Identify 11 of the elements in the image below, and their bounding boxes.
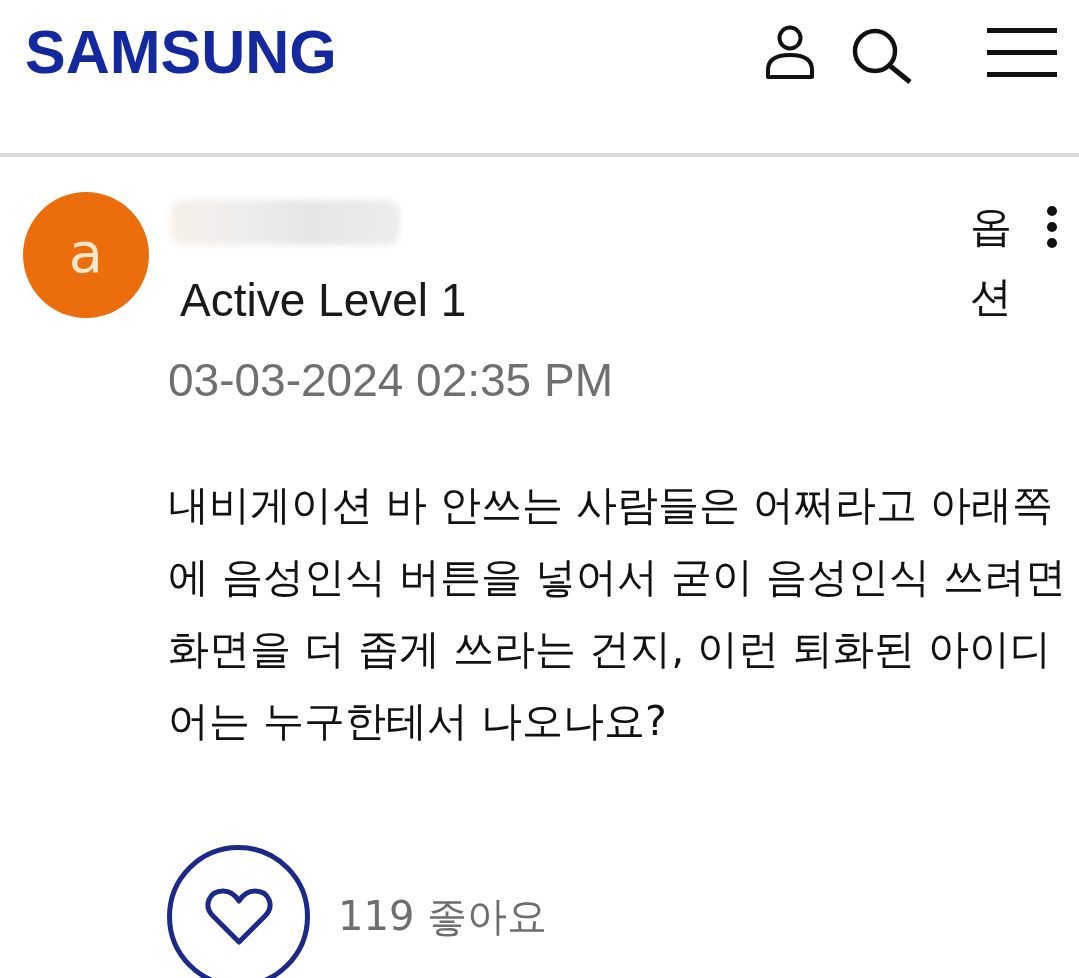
search-icon[interactable] (851, 28, 913, 84)
user-icon[interactable] (764, 25, 816, 80)
options-button[interactable]: 옵션 (970, 192, 1062, 332)
author-level: Active Level 1 (180, 274, 467, 326)
menu-icon[interactable] (987, 28, 1057, 78)
post-body: 내비게이션 바 안쓰는 사람들은 어쩌라고 아래쪽에 음성인식 버튼을 넣어서 굳이 음성인식 쓰려면 화면을 더 좁게 쓰라는 건지, 이런 퇴화된 아이디어는 누구한테서 나오나요? (168, 480, 1068, 747)
more-vertical-icon (1046, 205, 1058, 249)
post-timestamp: 03-03-2024 02:35 PM (168, 354, 614, 406)
like-count: 119 좋아요 (338, 892, 548, 941)
samsung-logo[interactable]: SAMSUNG (25, 22, 337, 83)
avatar: a (23, 192, 149, 318)
